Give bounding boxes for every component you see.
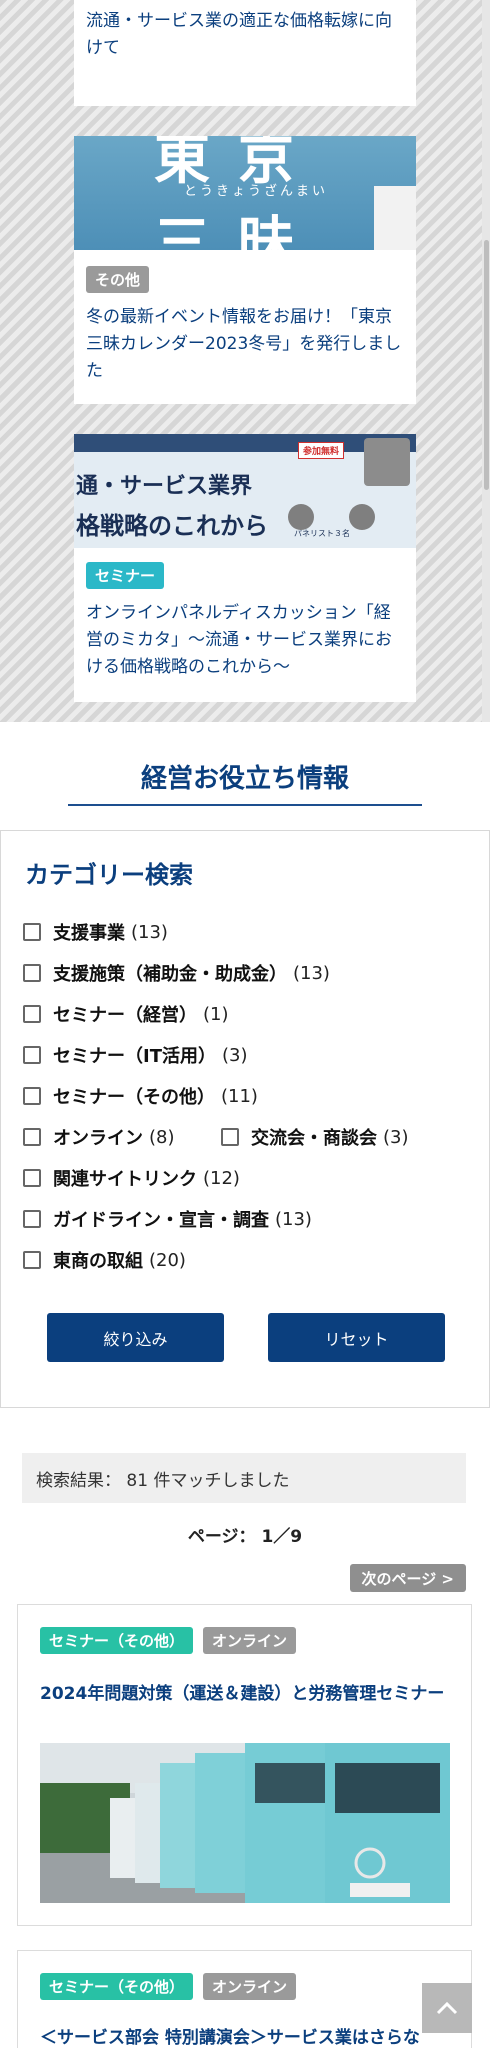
category-count: (12) [203,1167,240,1189]
panelist-photo [288,504,314,530]
result-card[interactable]: セミナー（その他） オンライン ＜サービス部会 特別講演会＞サービス業はさらな [17,1950,472,2048]
reset-button[interactable]: リセット [268,1313,445,1362]
category-checkbox[interactable]: セミナー（IT活用） (3) [23,1040,247,1070]
result-card[interactable]: セミナー（その他） オンライン 2024年問題対策（運送＆建設）と労務管理セミナ… [17,1604,472,1926]
result-title[interactable]: ＜サービス部会 特別講演会＞サービス業はさらな [40,2025,460,2048]
scroll-thumb[interactable] [484,240,489,490]
checkbox-box[interactable] [23,1169,41,1187]
featured-card[interactable]: 東京 とうきょうざんまい 三昧 その他 冬の最新イベント情報をお届け！「東京三昧… [74,136,416,404]
category-label: 支援事業 [53,923,125,944]
card-title[interactable]: 流通・サービス業の適正な価格転嫁に向けて [74,8,416,62]
card-title[interactable]: 冬の最新イベント情報をお届け！「東京三昧カレンダー2023冬号」を発行しました [74,304,416,385]
scroll-track [482,0,490,722]
category-count: (20) [149,1249,186,1271]
result-title[interactable]: 2024年問題対策（運送＆建設）と労務管理セミナー [40,1681,450,1707]
tag-badge: セミナー（その他） [40,1973,194,2000]
category-count: (13) [293,962,330,984]
category-label: セミナー（IT活用） [53,1046,216,1067]
tag-badge: セミナー（その他） [40,1627,194,1654]
featured-card[interactable]: 参加無料 通・サービス業界 格戦略のこれから パネリスト３名 セミナー オンライ… [74,434,416,702]
thumb-text: とうきょうざんまい [184,184,329,199]
back-to-top-button[interactable] [422,1983,472,2033]
card-thumbnail: 参加無料 通・サービス業界 格戦略のこれから パネリスト３名 [74,434,416,548]
section-title: 経営お役立ち情報 [140,764,349,794]
result-image [40,1743,450,1903]
category-checkbox[interactable]: 交流会・商談会 (3) [221,1122,409,1152]
category-checkbox[interactable]: 支援事業 (13) [23,917,168,947]
checkbox-box[interactable] [23,1210,41,1228]
thumb-badge: 参加無料 [298,442,345,459]
category-count: (11) [221,1085,258,1107]
category-label: 支援施策（補助金・助成金） [53,964,287,985]
chevron-up-icon [436,2001,458,2015]
category-checkbox[interactable]: セミナー（その他） (11) [23,1081,258,1111]
category-count: (13) [131,921,168,943]
tag-badge: セミナー [86,562,165,589]
category-count: (1) [203,1003,229,1025]
category-count: (13) [275,1208,312,1230]
category-checkbox[interactable]: セミナー（経営） (1) [23,999,229,1029]
panel-title: カテゴリー検索 [25,861,193,889]
category-checkbox[interactable]: オンライン (8) [23,1122,175,1152]
tag-badge: オンライン [203,1627,297,1654]
checkbox-box[interactable] [23,1128,41,1146]
card-thumbnail: 東京 とうきょうざんまい 三昧 [74,136,416,250]
category-search-panel: カテゴリー検索 支援事業 (13) 支援施策（補助金・助成金） (13) セミナ… [0,830,490,1408]
checkbox-box[interactable] [23,1251,41,1269]
tag-badge: その他 [86,266,150,293]
card-title[interactable]: オンラインパネルディスカッション「経営のミカタ」〜流通・サービス業界における価格… [74,600,416,681]
title-underline [68,804,422,806]
category-count: (8) [149,1126,175,1148]
featured-card[interactable]: 流通・サービス業の適正な価格転嫁に向けて [74,0,416,106]
panelist-photo [364,438,410,486]
category-checkbox[interactable]: 関連サイトリンク (12) [23,1163,240,1193]
category-label: 交流会・商談会 [251,1128,377,1149]
trucks-illustration [40,1743,450,1903]
page-indicator: ページ： 1／9 [187,1527,303,1547]
category-count: (3) [221,1044,248,1066]
category-label: 関連サイトリンク [53,1169,197,1190]
checkbox-box[interactable] [23,923,41,941]
category-checkbox[interactable]: ガイドライン・宣言・調査 (13) [23,1204,312,1234]
checkbox-box[interactable] [221,1128,239,1146]
category-checkbox[interactable]: 東商の取組 (20) [23,1245,186,1275]
category-checkbox[interactable]: 支援施策（補助金・助成金） (13) [23,958,330,988]
filter-button[interactable]: 絞り込み [47,1313,224,1362]
next-page-button[interactable]: 次のページ > [349,1564,466,1592]
category-label: ガイドライン・宣言・調査 [53,1210,269,1231]
thumb-text: 通・サービス業界 [76,474,253,499]
panelist-photo [349,504,375,530]
search-result-summary: 検索結果： 81 件マッチしました [22,1453,466,1503]
checkbox-box[interactable] [23,964,41,982]
tag-badge: オンライン [203,1973,297,2000]
checkbox-box[interactable] [23,1005,41,1023]
checkbox-box[interactable] [23,1087,41,1105]
checkbox-box[interactable] [23,1046,41,1064]
thumb-text: 三昧 [154,211,322,250]
category-label: セミナー（経営） [53,1005,197,1026]
category-label: セミナー（その他） [53,1087,215,1108]
category-count: (3) [383,1126,409,1148]
category-label: 東商の取組 [53,1251,143,1272]
featured-area: 流通・サービス業の適正な価格転嫁に向けて 東京 とうきょうざんまい 三昧 その他… [0,0,490,722]
category-label: オンライン [53,1128,143,1149]
thumb-text: 格戦略のこれから [76,512,268,540]
